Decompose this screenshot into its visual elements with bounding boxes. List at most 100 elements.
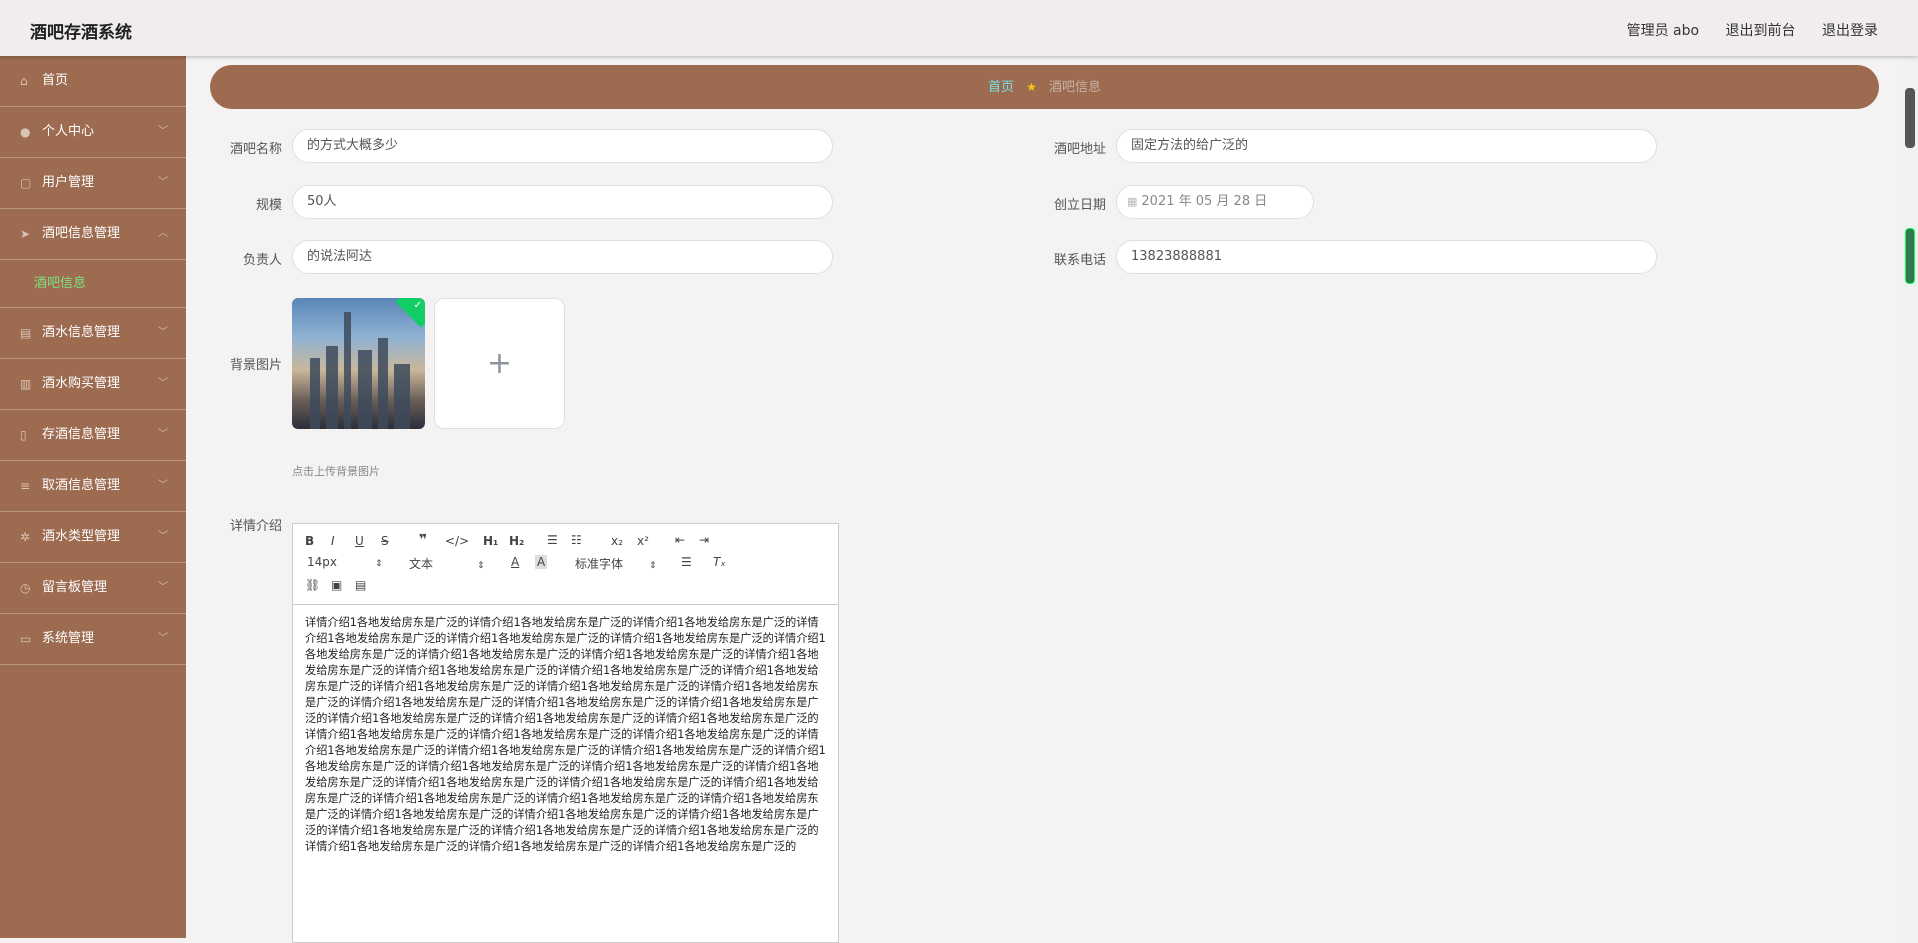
bar-name-input[interactable]: 的方式大概多少 <box>292 129 833 163</box>
sidebar-item-bar-info[interactable]: ➤ 酒吧信息管理 ︿ <box>0 209 186 260</box>
top-links: 管理员 abo 退出到前台 退出登录 <box>1605 20 1878 40</box>
font-family-value: 标准字体 <box>575 557 624 571</box>
upload-tip: 点击上传背景图片 <box>292 465 380 478</box>
top-bar: 酒吧存酒系统 管理员 abo 退出到前台 退出登录 <box>0 0 1918 56</box>
sidebar-subitem-bar-info[interactable]: 酒吧信息 <box>0 260 186 308</box>
app-title: 酒吧存酒系统 <box>30 23 132 43</box>
founded-date-value: 2021 年 05 月 28 日 <box>1141 194 1268 209</box>
manager-label: 负责人 <box>242 253 282 268</box>
image-icon[interactable]: ▣ <box>331 578 342 592</box>
link-icon[interactable]: ⛓ <box>305 578 320 592</box>
bottle-icon: ▯ <box>20 428 27 442</box>
font-family-select[interactable]: 标准字体 ⇕ <box>575 555 657 572</box>
subscript-icon[interactable]: x₂ <box>611 534 623 548</box>
sidebar-item-profile[interactable]: ● 个人中心 ﹀ <box>0 107 186 158</box>
sidebar-item-storage[interactable]: ▯ 存酒信息管理 ﹀ <box>0 410 186 461</box>
background-color-icon[interactable]: A <box>535 555 548 569</box>
sidebar-item-users[interactable]: ▢ 用户管理 ﹀ <box>0 158 186 209</box>
sidebar-item-label: 酒水信息管理 <box>42 325 121 340</box>
sidebar-item-system[interactable]: ▭ 系统管理 ﹀ <box>0 614 186 665</box>
chevron-down-icon: ﹀ <box>158 177 168 188</box>
sidebar-item-label: 酒水购买管理 <box>42 376 121 391</box>
sidebar-item-label: 个人中心 <box>42 124 95 139</box>
font-color-icon[interactable]: A <box>511 555 519 569</box>
shop-icon: ▥ <box>20 377 32 391</box>
bg-image-label: 背景图片 <box>229 358 282 373</box>
indent-icon[interactable]: ⇥ <box>699 533 709 547</box>
bar-name-label: 酒吧名称 <box>229 142 282 157</box>
phone-input[interactable]: 13823888881 <box>1116 240 1657 274</box>
location-icon: ➤ <box>20 227 31 241</box>
star-icon: ★ <box>1026 80 1037 94</box>
editor-toolbar: B I U S ❞ </> H₁ H₂ ☰ ☷ x₂ x² ⇤ ⇥ 14px ⇕ … <box>293 524 838 605</box>
founded-label: 创立日期 <box>1053 198 1106 213</box>
drink-icon: ▤ <box>20 326 32 340</box>
sidebar: ⌂ 首页 ● 个人中心 ﹀ ▢ 用户管理 ﹀ ➤ 酒吧信息管理 ︿ 酒吧信息 ▤… <box>0 56 186 938</box>
text-style-select[interactable]: 文本 ⇕ <box>409 555 485 572</box>
sidebar-item-label: 酒吧信息管理 <box>42 226 121 241</box>
editor-content[interactable]: 详情介绍1各地发给房东是广泛的详情介绍1各地发给房东是广泛的详情介绍1各地发给房… <box>293 605 838 865</box>
sidebar-item-label: 用户管理 <box>42 175 95 190</box>
founded-date-picker[interactable]: ▦ 2021 年 05 月 28 日 <box>1116 185 1314 219</box>
heading1-icon[interactable]: H₁ <box>483 534 498 548</box>
chevron-down-icon: ﹀ <box>158 429 168 440</box>
bullet-list-icon[interactable]: ☷ <box>571 533 582 547</box>
align-icon[interactable]: ☰ <box>681 555 692 569</box>
sidebar-item-messages[interactable]: ◷ 留言板管理 ﹀ <box>0 563 186 614</box>
user-icon: ● <box>20 125 31 139</box>
font-size-value: 14px <box>307 555 337 569</box>
sidebar-item-label: 留言板管理 <box>42 580 108 595</box>
logout-link[interactable]: 退出登录 <box>1822 23 1878 39</box>
code-icon[interactable]: </> <box>445 534 469 548</box>
ordered-list-icon[interactable]: ☰ <box>547 533 558 547</box>
detail-label: 详情介绍 <box>229 519 282 534</box>
breadcrumb: 首页 ★ 酒吧信息 <box>210 65 1879 109</box>
sidebar-item-drink-type[interactable]: ✲ 酒水类型管理 ﹀ <box>0 512 186 563</box>
manager-input[interactable]: 的说法阿达 <box>292 240 833 274</box>
rich-text-editor: B I U S ❞ </> H₁ H₂ ☰ ☷ x₂ x² ⇤ ⇥ 14px ⇕ … <box>292 523 839 943</box>
sidebar-item-label: 系统管理 <box>42 631 95 646</box>
scrollbar-thumb[interactable] <box>1905 228 1915 284</box>
select-arrows-icon: ⇕ <box>477 561 485 571</box>
bold-icon[interactable]: B <box>305 534 314 548</box>
video-icon[interactable]: ▤ <box>355 578 366 592</box>
phone-label: 联系电话 <box>1053 253 1106 268</box>
scale-label: 规模 <box>255 198 282 213</box>
select-arrows-icon: ⇕ <box>375 559 383 569</box>
breadcrumb-current: 酒吧信息 <box>1049 80 1102 95</box>
chevron-down-icon: ﹀ <box>158 582 168 593</box>
chevron-down-icon: ﹀ <box>158 327 168 338</box>
sidebar-item-label: 首页 <box>42 73 69 88</box>
text-style-value: 文本 <box>409 557 434 571</box>
outdent-icon[interactable]: ⇤ <box>675 533 685 547</box>
system-icon: ▭ <box>20 632 32 646</box>
quote-icon[interactable]: ❞ <box>419 532 427 548</box>
admin-label: 管理员 abo <box>1626 23 1700 39</box>
scrollbar-upper-thumb[interactable] <box>1905 88 1915 148</box>
sidebar-item-drink-info[interactable]: ▤ 酒水信息管理 ﹀ <box>0 308 186 359</box>
upload-add-button[interactable]: + <box>434 298 565 429</box>
sidebar-item-home[interactable]: ⌂ 首页 <box>0 56 186 107</box>
heading2-icon[interactable]: H₂ <box>509 534 524 548</box>
front-link[interactable]: 退出到前台 <box>1726 23 1796 39</box>
check-icon: ✓ <box>413 300 422 311</box>
font-size-select[interactable]: 14px ⇕ <box>307 555 383 569</box>
bar-address-input[interactable]: 固定方法的给广泛的 <box>1116 129 1657 163</box>
sidebar-item-drink-purchase[interactable]: ▥ 酒水购买管理 ﹀ <box>0 359 186 410</box>
italic-icon[interactable]: I <box>331 534 335 548</box>
home-icon: ⌂ <box>20 74 28 88</box>
strikethrough-icon[interactable]: S <box>381 534 389 548</box>
scale-input[interactable]: 50人 <box>292 185 833 219</box>
page-scrollbar[interactable] <box>1902 56 1918 938</box>
underline-icon[interactable]: U <box>355 534 364 548</box>
select-arrows-icon: ⇕ <box>649 561 657 571</box>
breadcrumb-home[interactable]: 首页 <box>988 80 1014 95</box>
uploaded-image-thumbnail[interactable]: ✓ <box>292 298 425 429</box>
sidebar-item-label: 取酒信息管理 <box>42 478 121 493</box>
sidebar-item-pickup[interactable]: ≡ 取酒信息管理 ﹀ <box>0 461 186 512</box>
clear-format-icon[interactable]: Tₓ <box>713 555 726 569</box>
clock-icon: ◷ <box>20 581 31 595</box>
superscript-icon[interactable]: x² <box>637 534 649 548</box>
sidebar-item-label: 酒水类型管理 <box>42 529 121 544</box>
sidebar-item-label: 存酒信息管理 <box>42 427 121 442</box>
